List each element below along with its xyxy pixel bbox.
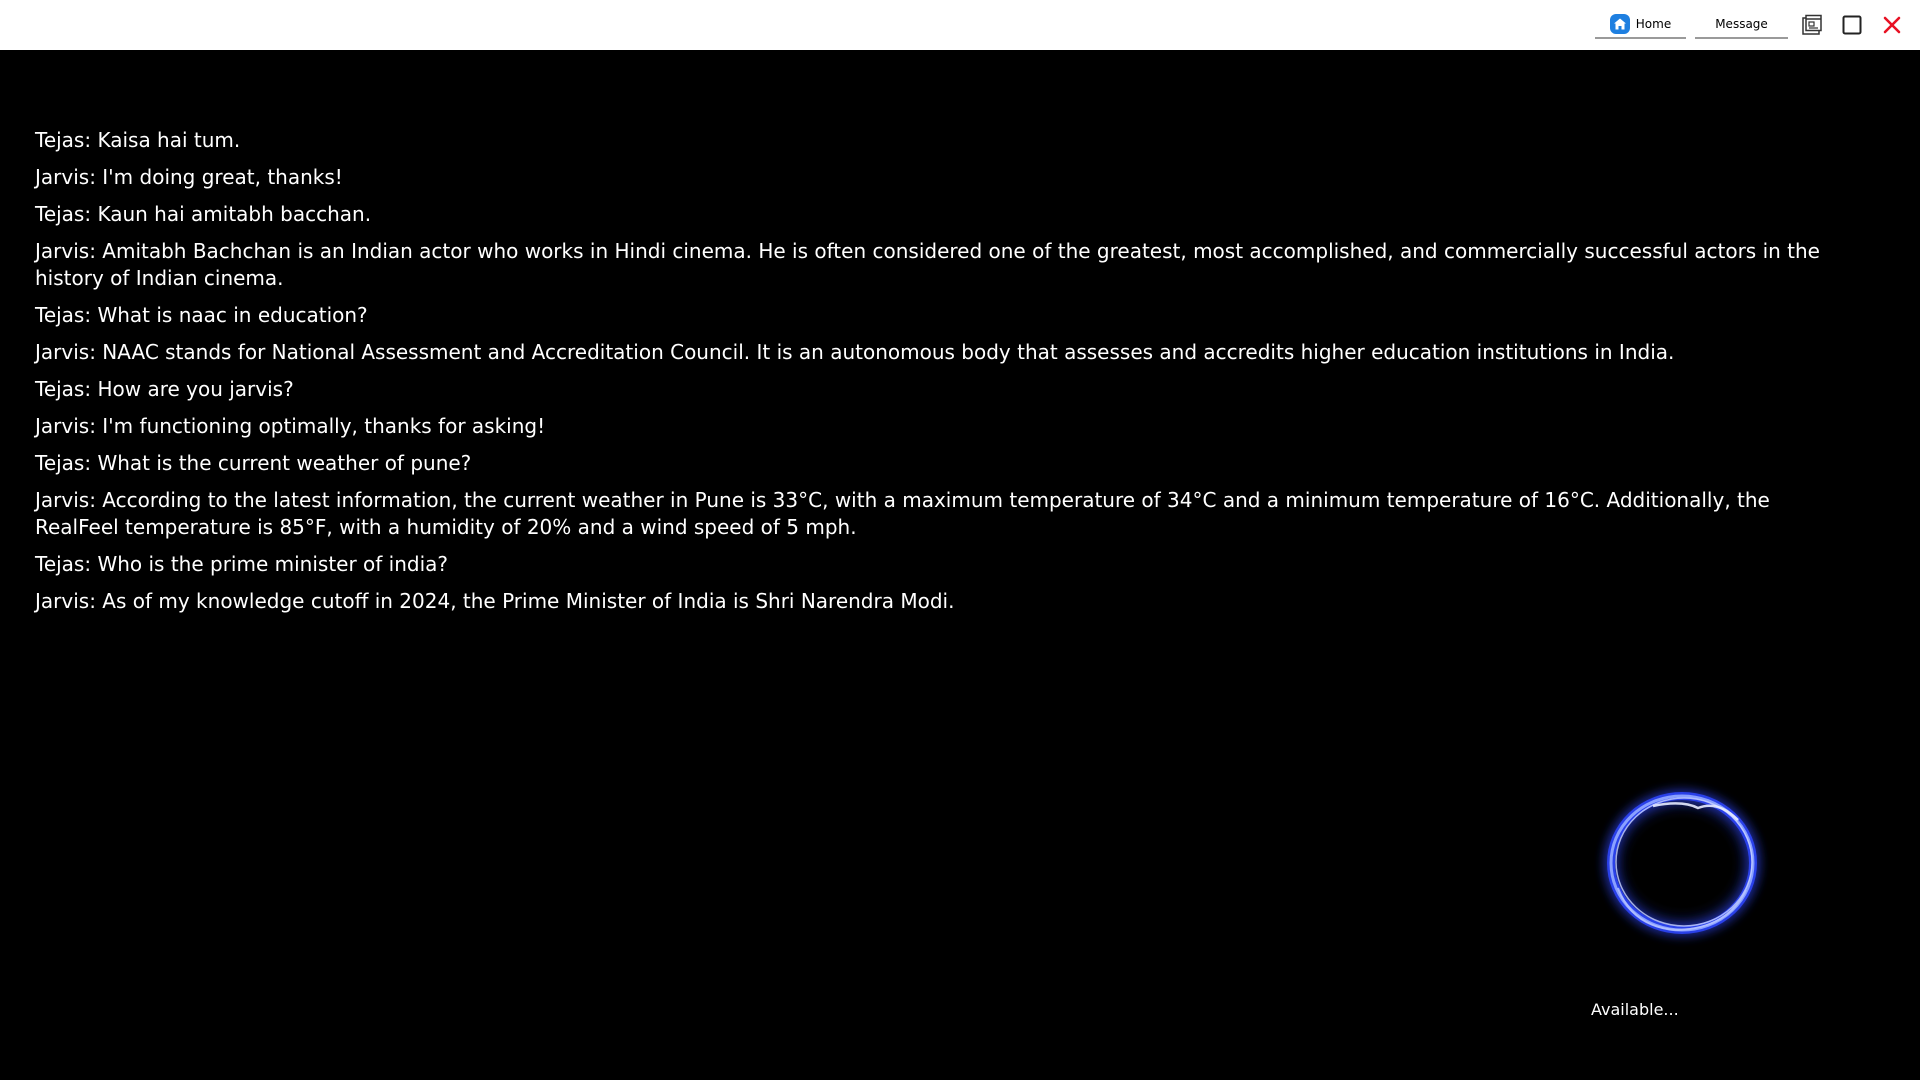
message-button-label: Message — [1715, 17, 1768, 31]
chat-message: Tejas: What is the current weather of pu… — [35, 451, 472, 475]
chat-message: Jarvis: I'm doing great, thanks! — [35, 165, 343, 189]
close-icon — [1883, 16, 1901, 34]
chat-message: Tejas: What is naac in education? — [35, 303, 368, 327]
close-button[interactable] — [1878, 12, 1906, 38]
chat-message: Tejas: Who is the prime minister of indi… — [35, 552, 449, 576]
chat-message: Jarvis: According to the latest informat… — [35, 488, 1770, 539]
restore-window-icon — [1802, 14, 1822, 35]
chat-message: Jarvis: As of my knowledge cutoff in 202… — [35, 589, 955, 613]
chat-message: Jarvis: Amitabh Bachchan is an Indian ac… — [35, 239, 1820, 290]
orb-ring-icon — [1592, 783, 1772, 943]
chat-message: Tejas: Kaisa hai tum. — [35, 128, 241, 152]
chat-message: Tejas: How are you jarvis? — [35, 377, 294, 401]
status-text: Available... — [1591, 1000, 1679, 1019]
message-button[interactable]: Message — [1695, 11, 1788, 39]
home-button[interactable]: Home — [1595, 11, 1686, 39]
top-bar: Home Message — [0, 0, 1920, 50]
assistant-orb[interactable] — [1578, 778, 1788, 948]
restore-window-button[interactable] — [1798, 12, 1826, 38]
maximize-icon — [1842, 15, 1862, 35]
chat-message: Jarvis: NAAC stands for National Assessm… — [35, 340, 1675, 364]
chat-transcript: Tejas: Kaisa hai tum. Jarvis: I'm doing … — [35, 127, 1845, 625]
chat-message: Jarvis: I'm functioning optimally, thank… — [35, 414, 546, 438]
chat-message: Tejas: Kaun hai amitabh bacchan. — [35, 202, 372, 226]
home-button-label: Home — [1635, 17, 1672, 31]
home-icon — [1609, 14, 1630, 34]
maximize-button[interactable] — [1838, 12, 1866, 38]
